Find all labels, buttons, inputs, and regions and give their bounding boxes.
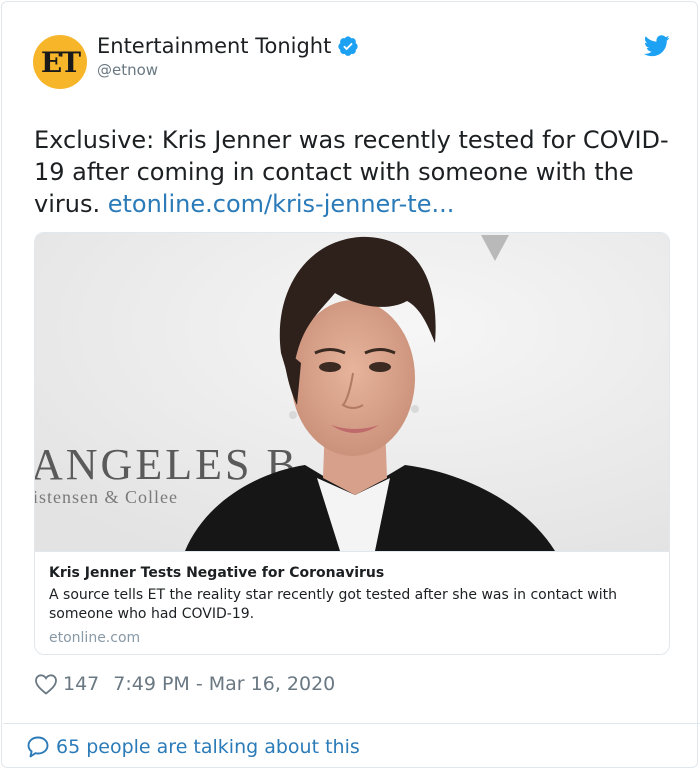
tweet-link[interactable]: etonline.com/kris-jenner-te... — [108, 190, 455, 218]
embedded-tweet: ET Entertainment Tonight @etnow Exclusiv… — [1, 1, 700, 768]
twitter-bird-icon[interactable] — [644, 35, 670, 57]
link-card-body[interactable]: Kris Jenner Tests Negative for Coronavir… — [35, 551, 669, 654]
tweet-timestamp[interactable]: 7:49 PM - Mar 16, 2020 — [113, 673, 335, 695]
article-description: A source tells ET the reality star recen… — [49, 587, 617, 622]
tweet-meta: 147 7:49 PM - Mar 16, 2020 — [34, 672, 335, 696]
avatar-logo-text: ET — [40, 45, 81, 79]
author-name[interactable]: Entertainment Tonight — [97, 34, 331, 58]
speech-bubble-icon — [27, 736, 49, 758]
tweet-text: Exclusive: Kris Jenner was recently test… — [34, 124, 674, 220]
article-domain: etonline.com — [49, 630, 141, 646]
conversation-link[interactable]: 65 people are talking about this — [26, 735, 360, 759]
talking-text[interactable]: 65 people are talking about this — [56, 736, 360, 758]
link-preview-card[interactable]: ANGELES B istensen & Collee Kris Jenner … — [34, 232, 670, 655]
like-count[interactable]: 147 — [63, 673, 99, 695]
author-handle[interactable]: @etnow — [97, 61, 158, 79]
verified-badge-icon — [338, 36, 358, 56]
heart-icon[interactable] — [34, 673, 58, 695]
article-image[interactable]: ANGELES B istensen & Collee — [35, 233, 669, 551]
avatar[interactable]: ET — [33, 35, 87, 89]
author-name-row[interactable]: Entertainment Tonight — [97, 34, 359, 58]
footer-divider — [3, 723, 700, 724]
article-title[interactable]: Kris Jenner Tests Negative for Coronavir… — [49, 564, 655, 582]
article-photo: ANGELES B istensen & Collee — [35, 233, 669, 551]
backdrop-text-2: istensen & Collee — [35, 487, 178, 507]
